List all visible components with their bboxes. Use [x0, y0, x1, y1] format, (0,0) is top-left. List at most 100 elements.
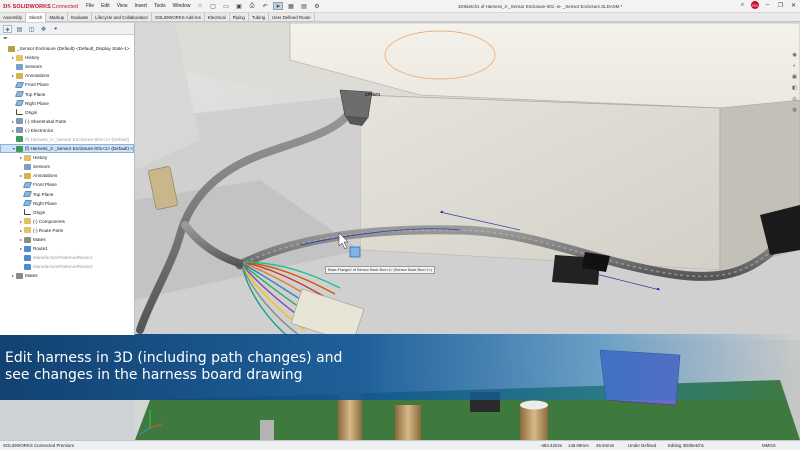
- select-arrow-icon[interactable]: ➤: [273, 2, 283, 10]
- tree-item[interactable]: Sensors: [0, 62, 134, 71]
- dimxpert-tab-icon[interactable]: ✥: [39, 25, 48, 33]
- menu-insert[interactable]: Insert: [134, 3, 147, 9]
- tree-item[interactable]: ▸ History: [0, 53, 134, 62]
- undo-icon[interactable]: ↶: [260, 2, 270, 10]
- menu-tools[interactable]: Tools: [154, 3, 166, 9]
- tree-item[interactable]: ▸ Annotations: [0, 71, 134, 80]
- rebuild-icon[interactable]: ▦: [286, 2, 296, 10]
- tree-item-label: Top Plane: [25, 91, 46, 97]
- tree-item[interactable]: ManufactureFlattenedRoute1: [0, 253, 134, 262]
- tree-item[interactable]: ▸ Annotations: [0, 171, 134, 180]
- selected-face-marker[interactable]: [349, 246, 361, 258]
- tree-node-icon: [24, 154, 31, 161]
- tab-sketch[interactable]: Sketch: [26, 13, 47, 22]
- selection-tooltip: Base-Flange2 of Sensor Back Box<1> (Sens…: [325, 266, 435, 274]
- tree-item[interactable]: ▸ History: [0, 153, 134, 162]
- tab-lifecycle[interactable]: Lifecycle and Collaboration: [92, 13, 152, 22]
- tree-item[interactable]: ▸ (-) Electronics: [0, 126, 134, 135]
- tab-markup[interactable]: Markup: [46, 13, 69, 22]
- tab-electrical[interactable]: Electrical: [205, 13, 230, 22]
- tree-item[interactable]: ▸ (-) Components: [0, 217, 134, 226]
- tree-node-icon: [22, 191, 33, 198]
- tree-item-label: Front Plane: [25, 82, 49, 88]
- sketch-point[interactable]: [440, 210, 444, 214]
- capacitor-2: [520, 405, 548, 440]
- section-view-icon[interactable]: ◧: [791, 84, 798, 91]
- tab-assembly[interactable]: Assembly: [0, 13, 27, 22]
- tree-item[interactable]: Top Plane: [0, 89, 134, 98]
- ds-logo-mark: DS: [3, 3, 11, 10]
- tree-item[interactable]: _Sensor Enclosure (Default) <Default_Dis…: [0, 44, 134, 53]
- tree-item-label: (f) Harness_2-_Sensor Enclosure-001<1> (…: [25, 136, 130, 142]
- appearance-icon[interactable]: ◐: [791, 62, 798, 69]
- tree-item[interactable]: ▸ (-) Sheetmetal Parts: [0, 117, 134, 126]
- feature-manager-panel: ◈ ▤ ◫ ✥ ◕ ⏷ _Sensor Enclosure (Default) …: [0, 23, 135, 335]
- tab-user-defined-route[interactable]: User Defined Route: [269, 13, 315, 22]
- sketch-point[interactable]: [656, 287, 660, 291]
- display-manager-tab-icon[interactable]: ◕: [51, 25, 60, 33]
- tree-item[interactable]: (f) Harness_2-_Sensor Enclosure-001<1> (…: [0, 135, 134, 144]
- user-avatar[interactable]: RS: [751, 1, 759, 9]
- status-editing: Editing 3DSketch1: [668, 443, 705, 448]
- status-units[interactable]: MMGS: [762, 443, 776, 448]
- tree-item[interactable]: ▸ (-) Route Parts: [0, 226, 134, 235]
- menu-window[interactable]: Window: [173, 3, 191, 9]
- filter-icon[interactable]: ⏷: [0, 35, 134, 44]
- feature-manager-tab-icon[interactable]: ◈: [3, 25, 12, 33]
- tree-item-label: Annotations: [25, 73, 50, 79]
- display-style-icon[interactable]: ▣: [791, 73, 798, 80]
- tree-node-icon: [16, 272, 23, 279]
- tree-item-label: (-) Sheetmetal Parts: [25, 118, 67, 124]
- tab-addins[interactable]: SOLIDWORKS Add-Ins: [152, 13, 205, 22]
- tree-item-label: Right Plane: [25, 100, 49, 106]
- restore-button[interactable]: ❐: [776, 2, 785, 9]
- options-gear-icon[interactable]: ⚙: [312, 2, 322, 10]
- connector-label: CPIN#1: [365, 92, 381, 97]
- tree-item-label: Route1: [33, 246, 48, 252]
- new-document-icon[interactable]: ▢: [208, 2, 218, 10]
- save-icon[interactable]: ▣: [234, 2, 244, 10]
- tree-item[interactable]: ▸ Mates: [0, 235, 134, 244]
- command-manager-tabs: Assembly Sketch Markup Evaluate Lifecycl…: [0, 13, 800, 22]
- tree-item[interactable]: Front Plane: [0, 80, 134, 89]
- close-button[interactable]: ✕: [789, 2, 798, 9]
- menu-file[interactable]: File: [86, 3, 94, 9]
- scene-icon[interactable]: ◍: [791, 106, 798, 113]
- tree-item[interactable]: Top Plane: [0, 190, 134, 199]
- capacitor-3: [395, 405, 421, 440]
- tree-item-label: _Sensor Enclosure (Default) <Default_Dis…: [17, 46, 130, 52]
- tree-item[interactable]: ▾ (f) Harness_2-_Sensor Enclosure-001<1> …: [0, 144, 134, 154]
- menu-edit[interactable]: Edit: [101, 3, 110, 9]
- tree-item[interactable]: Right Plane: [0, 99, 134, 108]
- property-manager-tab-icon[interactable]: ▤: [15, 25, 24, 33]
- search-icon[interactable]: ⌕: [738, 2, 747, 9]
- configuration-manager-tab-icon[interactable]: ◫: [27, 25, 36, 33]
- viewport-heads-up-icons: ◉ ◐ ▣ ◧ ◎ ◍: [791, 51, 798, 113]
- feature-tree: _Sensor Enclosure (Default) <Default_Dis…: [0, 44, 134, 280]
- view-settings-icon[interactable]: ◉: [791, 51, 798, 58]
- tab-piping[interactable]: Piping: [230, 13, 249, 22]
- tree-item[interactable]: Sensors: [0, 162, 134, 171]
- tree-item[interactable]: Front Plane: [0, 180, 134, 189]
- home-icon[interactable]: ⌂: [195, 2, 205, 10]
- tab-tubing[interactable]: Tubing: [249, 13, 270, 22]
- file-properties-icon[interactable]: ▤: [299, 2, 309, 10]
- tab-evaluate[interactable]: Evaluate: [68, 13, 93, 22]
- open-folder-icon[interactable]: ▭: [221, 2, 231, 10]
- tree-node-icon: [24, 172, 31, 179]
- tree-item[interactable]: Right Plane: [0, 199, 134, 208]
- tree-item[interactable]: Origin: [0, 108, 134, 117]
- menu-view[interactable]: View: [117, 3, 128, 9]
- minimize-button[interactable]: –: [763, 2, 772, 8]
- tree-node-icon: [16, 109, 23, 116]
- tree-node-icon: [14, 91, 25, 98]
- tree-item[interactable]: ▸ Mates: [0, 271, 134, 280]
- tree-item[interactable]: ▸ Route1: [0, 244, 134, 253]
- capacitor-1: [338, 395, 362, 440]
- caption-text: Edit harness in 3D (including path chang…: [5, 350, 385, 384]
- hide-show-icon[interactable]: ◎: [791, 95, 798, 102]
- tree-node-icon: [16, 54, 23, 61]
- tree-item[interactable]: ManufactureFlattenedRoute2: [0, 262, 134, 271]
- tree-item[interactable]: Origin: [0, 208, 134, 217]
- print-icon[interactable]: ⎙: [247, 2, 257, 10]
